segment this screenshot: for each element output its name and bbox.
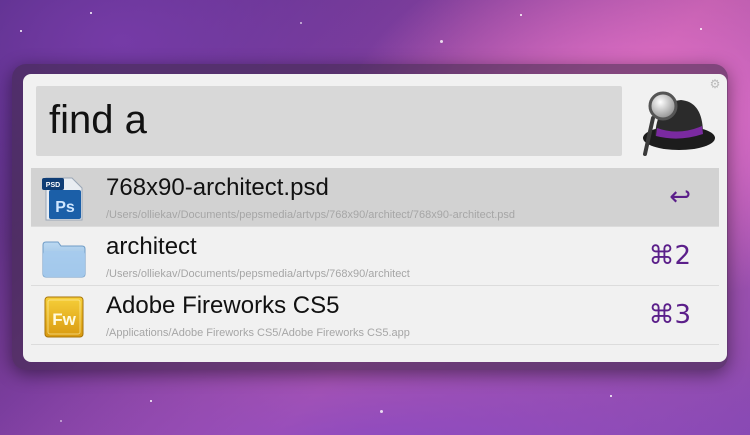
photoshop-file-badge-text: PSD	[46, 182, 60, 189]
background-star	[300, 22, 302, 24]
alfred-hat-icon	[643, 91, 715, 156]
photoshop-file-icon: PSD Ps	[42, 177, 83, 221]
background-star	[380, 410, 383, 413]
result-path: /Users/olliekav/Documents/pepsmedia/artv…	[106, 268, 410, 280]
background-star	[90, 12, 92, 14]
fireworks-app-icon: Fw	[44, 296, 84, 338]
photoshop-file-icon-text: Ps	[55, 199, 75, 216]
result-title: Adobe Fireworks CS5	[106, 292, 340, 319]
result-row[interactable]: architect /Users/olliekav/Documents/peps…	[31, 227, 719, 286]
background-star	[610, 395, 612, 397]
background-star	[20, 30, 22, 32]
result-row[interactable]: Fw Adobe Fireworks CS5 /Applications/Ado…	[31, 286, 719, 345]
background-star	[150, 400, 152, 402]
launcher-panel: ⚙ find a PSD Ps 768x90-architect.psd /Us…	[23, 74, 727, 362]
result-title: architect	[106, 233, 197, 260]
result-shortcut: ↩	[669, 182, 691, 212]
background-star	[60, 420, 62, 422]
folder-icon	[42, 241, 86, 278]
result-shortcut: ⌘2	[648, 241, 691, 271]
background-star	[700, 28, 702, 30]
result-path: /Users/olliekav/Documents/pepsmedia/artv…	[106, 209, 516, 221]
search-input[interactable]: find a	[36, 86, 622, 156]
fireworks-app-icon-text: Fw	[52, 310, 76, 329]
result-title: 768x90-architect.psd	[106, 174, 329, 201]
search-query-text: find a	[49, 98, 147, 142]
result-path: /Applications/Adobe Fireworks CS5/Adobe …	[106, 327, 410, 339]
result-shortcut: ⌘3	[648, 300, 691, 330]
results-list: PSD Ps 768x90-architect.psd /Users/ollie…	[31, 168, 719, 345]
background-star	[440, 40, 443, 43]
result-row[interactable]: PSD Ps 768x90-architect.psd /Users/ollie…	[31, 168, 719, 227]
background-star	[520, 14, 522, 16]
